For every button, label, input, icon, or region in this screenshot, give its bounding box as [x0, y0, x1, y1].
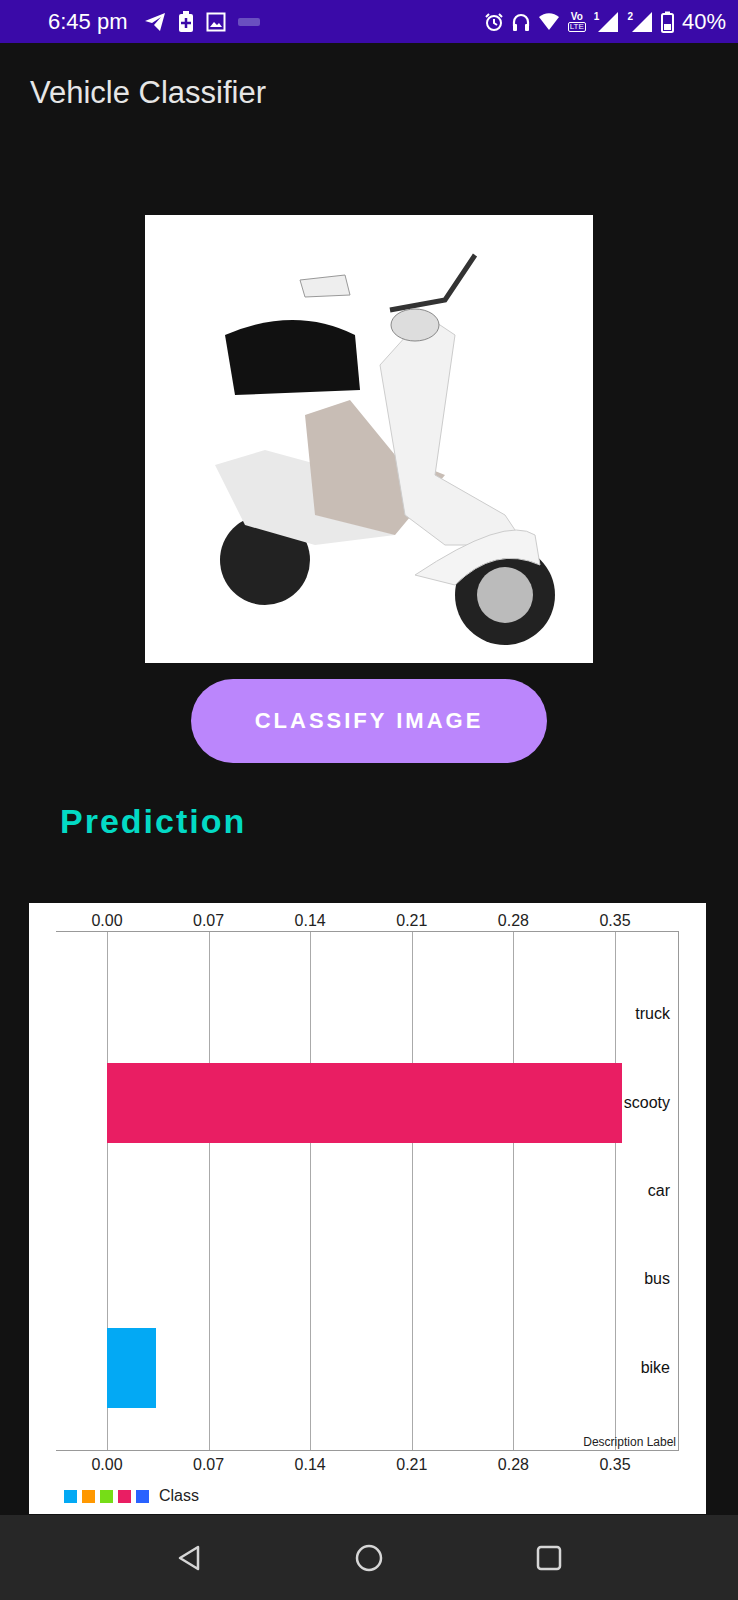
bar-row: bus	[56, 1235, 678, 1323]
grid-line	[412, 932, 413, 1450]
signal-sim2: 2	[627, 11, 653, 33]
bottom-axis: 0.00 0.07 0.14 0.21 0.28 0.35	[56, 1455, 679, 1475]
scooter-picture	[145, 215, 593, 663]
tick-label: 0.14	[295, 911, 326, 931]
back-icon[interactable]	[176, 1544, 202, 1572]
tick-label: 0.00	[91, 1455, 122, 1475]
legend-label: Class	[159, 1487, 199, 1505]
tick-label: 0.00	[91, 911, 122, 931]
headphones-icon	[512, 12, 530, 32]
tick-label: 0.07	[193, 1455, 224, 1475]
category-label: scooty	[624, 1094, 670, 1112]
prediction-title: Prediction	[60, 801, 738, 841]
signal-icon	[631, 11, 653, 33]
navigation-bar	[0, 1515, 738, 1600]
tick-label: 0.35	[599, 911, 630, 931]
bar-row: scooty	[56, 1058, 678, 1146]
top-axis: 0.00 0.07 0.14 0.21 0.28 0.35	[56, 911, 679, 931]
recents-icon[interactable]	[536, 1545, 562, 1571]
grid-line	[615, 932, 616, 1450]
legend-swatch	[136, 1490, 149, 1503]
volte-indicator: VoLTE	[568, 12, 586, 32]
vehicle-photo	[145, 215, 593, 663]
grid-line	[310, 932, 311, 1450]
legend-swatch	[100, 1490, 113, 1503]
tick-label: 0.21	[396, 911, 427, 931]
signal-icon	[597, 11, 619, 33]
status-time: 6:45 pm	[48, 9, 128, 35]
alarm-icon	[484, 12, 504, 32]
grid-line	[209, 932, 210, 1450]
legend-swatch	[118, 1490, 131, 1503]
bar[interactable]	[107, 1063, 622, 1143]
classify-button[interactable]: CLASSIFY IMAGE	[191, 679, 547, 763]
category-label: bus	[644, 1270, 670, 1288]
telegram-icon	[144, 12, 166, 32]
battery-level: 40%	[682, 9, 726, 35]
status-bar: 6:45 pm VoLTE 12 40%	[0, 0, 738, 43]
wifi-icon	[538, 12, 560, 32]
notification-icon	[238, 18, 260, 26]
bar[interactable]	[107, 1328, 156, 1408]
tick-label: 0.28	[498, 1455, 529, 1475]
axis-label: Description Label	[583, 1435, 676, 1449]
app-bar: Vehicle Classifier	[0, 43, 738, 143]
tick-label: 0.21	[396, 1455, 427, 1475]
bar-row: bike	[56, 1324, 678, 1412]
legend: Class	[64, 1486, 706, 1506]
legend-swatch	[64, 1490, 77, 1503]
tick-label: 0.07	[193, 911, 224, 931]
prediction-chart: 0.00 0.07 0.14 0.21 0.28 0.35 truck scooty car bu…	[29, 903, 706, 1514]
signal-sim1: 1	[594, 11, 620, 33]
bar-row: truck	[56, 970, 678, 1058]
gallery-icon	[206, 12, 226, 32]
screen: 6:45 pm VoLTE 12 40% Vehicle Classifier CLASS…	[0, 0, 738, 1600]
battery-icon	[661, 11, 674, 33]
plot-area: truck scooty car bus bike Description Label	[56, 931, 679, 1451]
tick-label: 0.14	[295, 1455, 326, 1475]
grid-line	[513, 932, 514, 1450]
bar-row: car	[56, 1147, 678, 1235]
tick-label: 0.35	[599, 1455, 630, 1475]
home-icon[interactable]	[354, 1543, 384, 1573]
tick-label: 0.28	[498, 911, 529, 931]
category-label: bike	[641, 1359, 670, 1377]
category-label: truck	[635, 1005, 670, 1023]
category-label: car	[648, 1182, 670, 1200]
battery-saver-icon	[178, 11, 194, 33]
app-title: Vehicle Classifier	[30, 75, 266, 111]
legend-swatch	[82, 1490, 95, 1503]
